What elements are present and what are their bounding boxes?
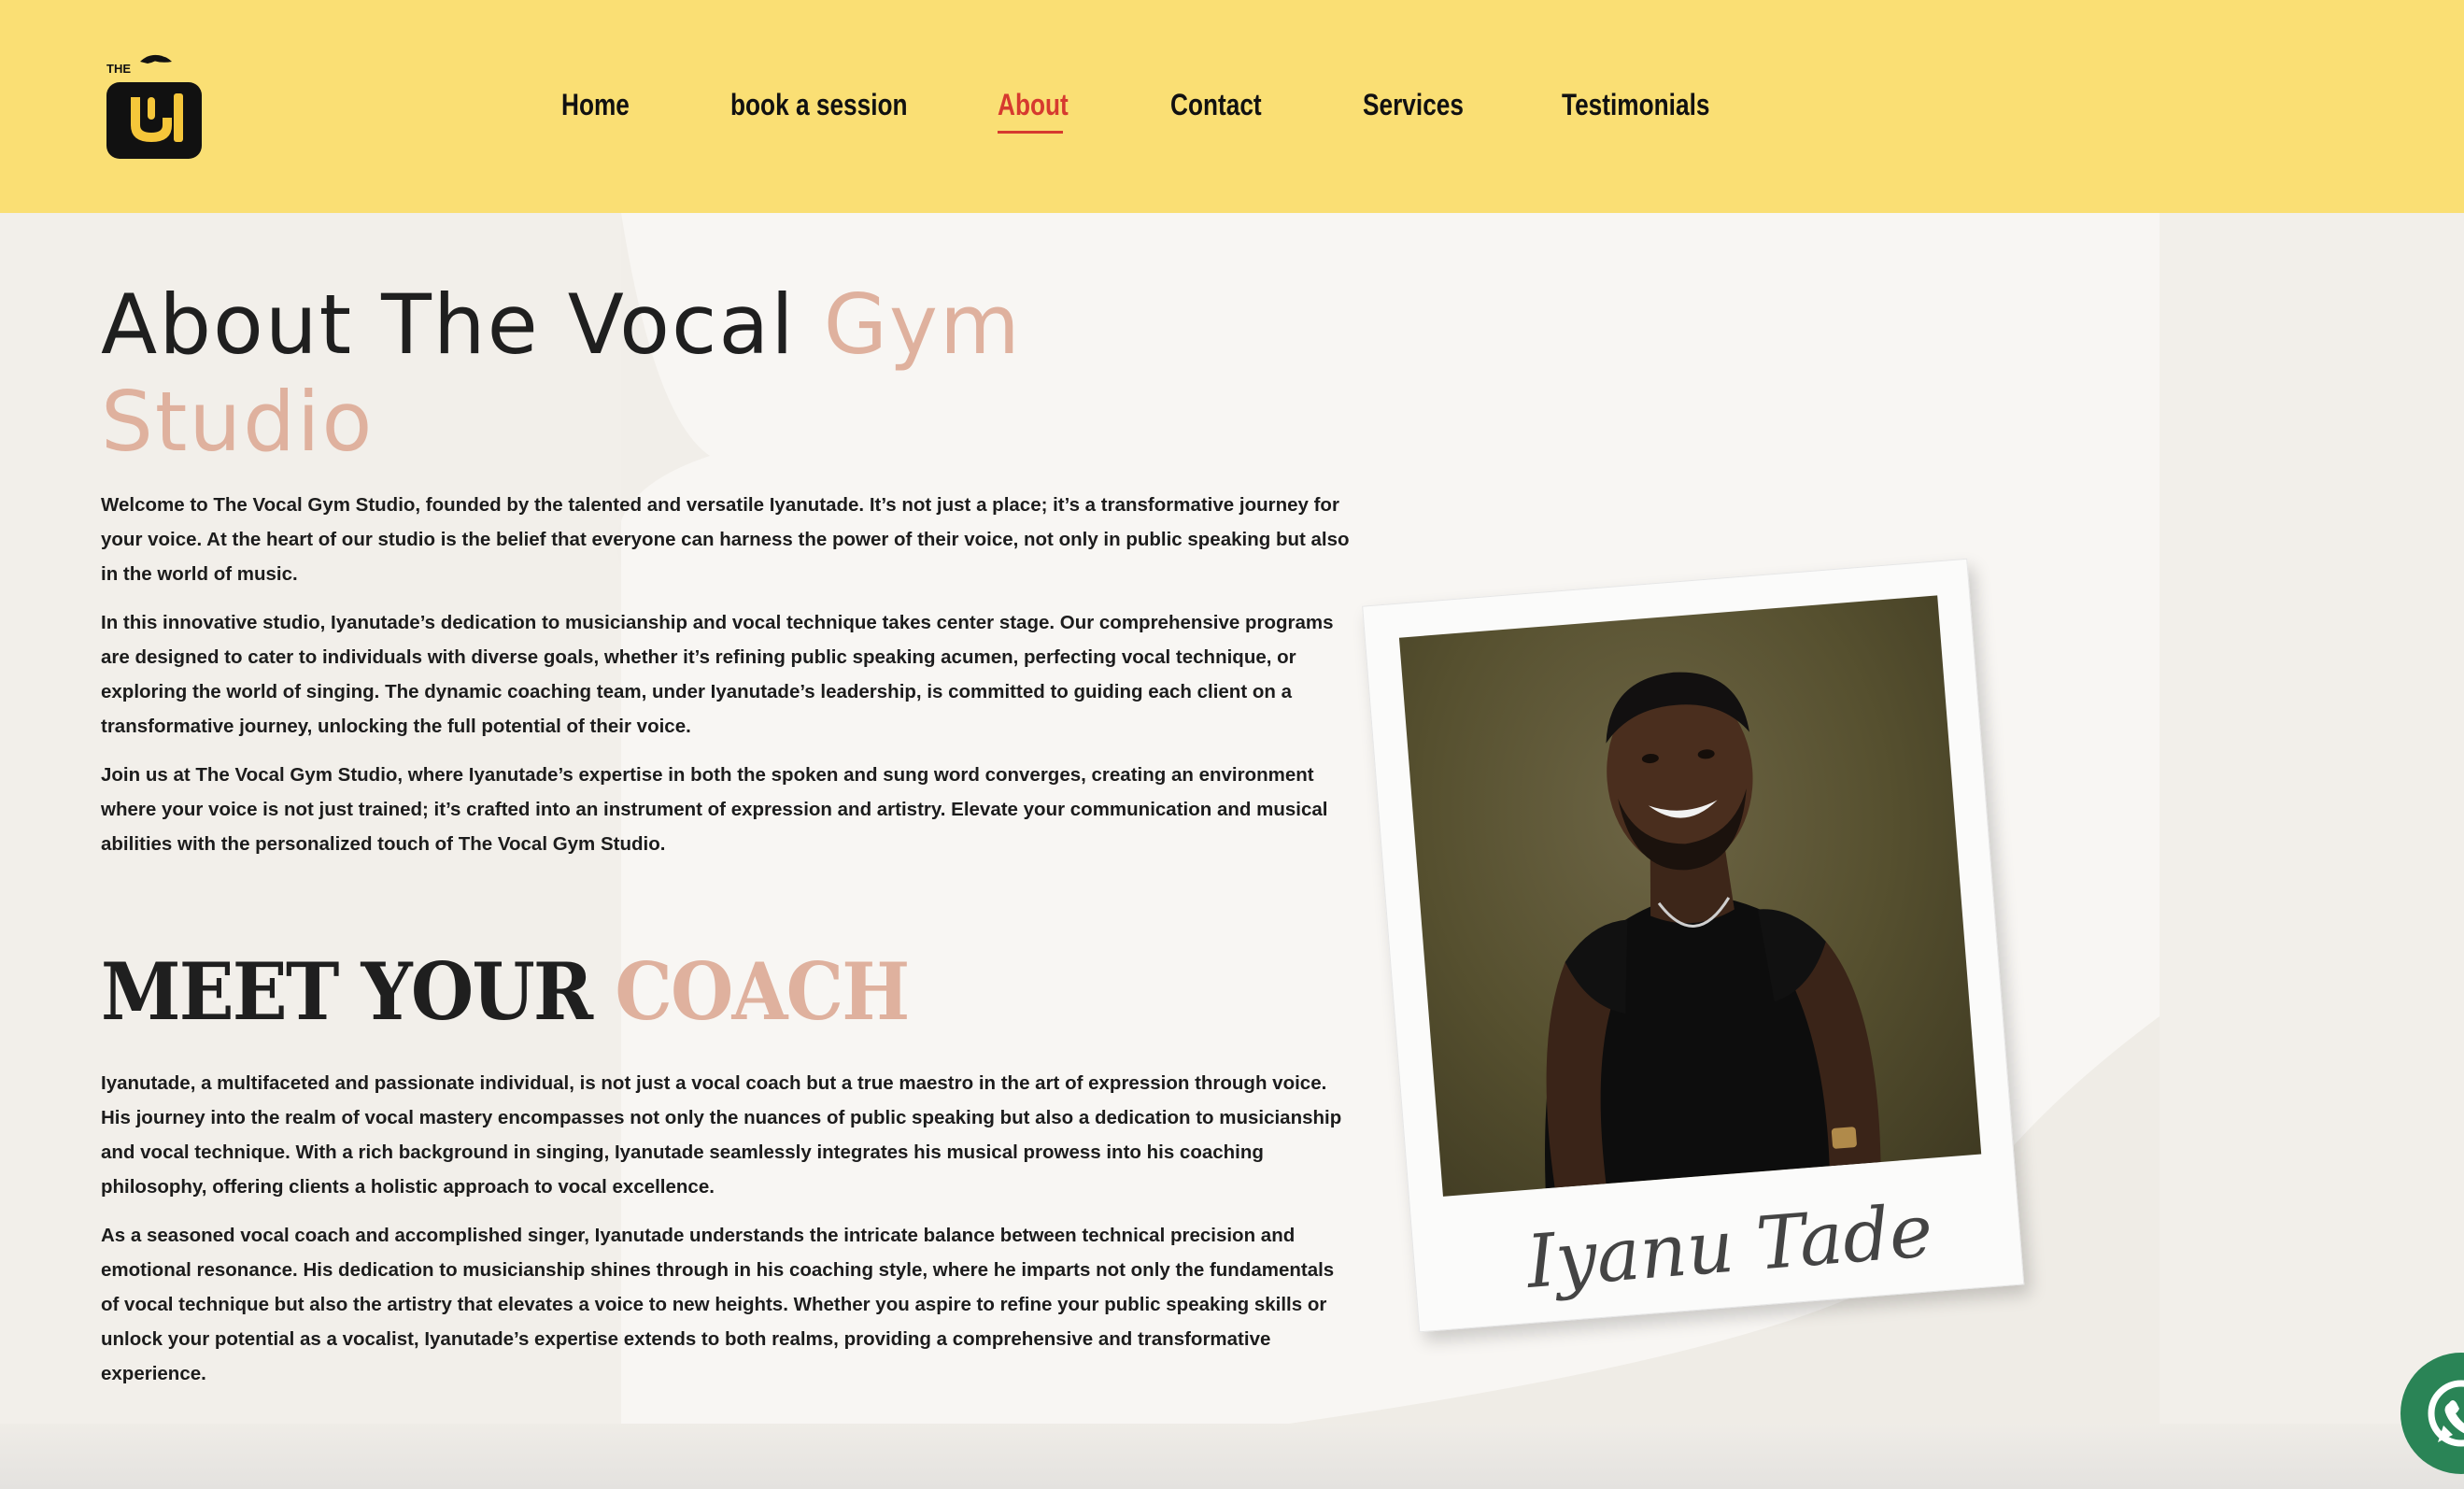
nav-testimonials[interactable]: Testimonials — [1562, 88, 1709, 122]
whatsapp-button[interactable] — [2400, 1353, 2464, 1474]
coach-title: MEET YOUR COACH — [101, 945, 910, 1038]
svg-text:Iyanu Tade: Iyanu Tade — [1522, 1189, 1935, 1305]
coach-photo — [1398, 595, 1982, 1197]
coach-paragraph-1: Iyanutade, a multifaceted and passionate… — [101, 1072, 1342, 1198]
main-nav: Home book a session About Contact Servic… — [0, 0, 2464, 213]
coach-polaroid: Iyanu Tade — [1362, 555, 2075, 1388]
nav-book-a-session[interactable]: book a session — [730, 88, 908, 122]
coach-paragraph-2: As a seasoned vocal coach and accomplish… — [101, 1225, 1335, 1384]
nav-contact[interactable]: Contact — [1170, 88, 1262, 122]
about-title: About The Vocal Gym Studio — [101, 277, 1022, 470]
about-paragraph-2: In this innovative studio, Iyanutade’s d… — [101, 612, 1334, 737]
about-paragraph-1: Welcome to The Vocal Gym Studio, founded… — [101, 494, 1350, 585]
polaroid-frame: Iyanu Tade — [1362, 558, 2025, 1333]
nav-services[interactable]: Services — [1363, 88, 1464, 122]
about-paragraph-3: Join us at The Vocal Gym Studio, where I… — [101, 764, 1328, 855]
whatsapp-icon — [2428, 1380, 2464, 1447]
site-header: THE Home book a session About Contact Se… — [0, 0, 2464, 213]
section-divider — [0, 1424, 2464, 1489]
nav-home[interactable]: Home — [561, 88, 630, 122]
active-nav-underline — [998, 131, 1063, 134]
nav-about[interactable]: About — [998, 88, 1069, 122]
